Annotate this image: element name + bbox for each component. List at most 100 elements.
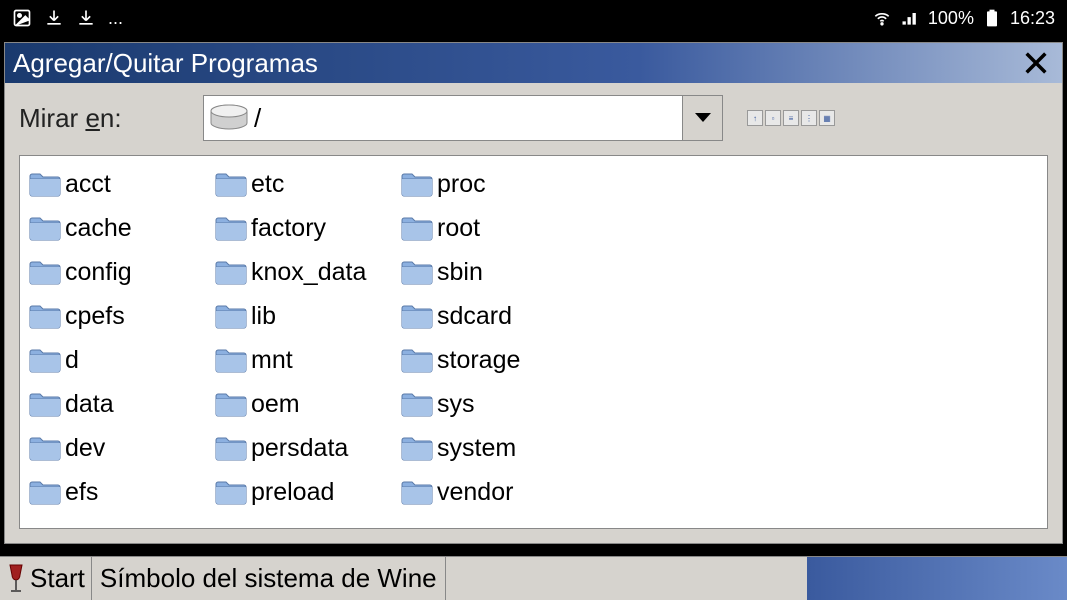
folder-label: knox_data (251, 258, 366, 287)
titlebar[interactable]: Agregar/Quitar Programas (5, 43, 1062, 83)
folder-item[interactable]: preload (214, 470, 400, 514)
folder-icon (214, 478, 248, 506)
battery-percent: 100% (928, 8, 974, 29)
folder-label: lib (251, 302, 276, 331)
folder-item[interactable]: lib (214, 294, 400, 338)
status-ellipsis: ... (108, 8, 123, 29)
folder-label: oem (251, 390, 300, 419)
folder-item[interactable]: sbin (400, 250, 586, 294)
folder-item[interactable]: etc (214, 162, 400, 206)
close-button[interactable] (1018, 45, 1054, 81)
download-icon (44, 8, 64, 28)
folder-label: system (437, 434, 516, 463)
task-label: Símbolo del sistema de Wine (100, 563, 437, 594)
folder-label: etc (251, 170, 284, 199)
folder-label: cache (65, 214, 132, 243)
folder-item[interactable]: acct (28, 162, 214, 206)
folder-label: d (65, 346, 79, 375)
battery-icon (982, 8, 1002, 28)
folder-item[interactable]: sdcard (400, 294, 586, 338)
folder-icon (214, 170, 248, 198)
taskbar-item-wine-cmd[interactable]: Símbolo del sistema de Wine (92, 557, 446, 600)
start-label: Start (30, 563, 85, 594)
folder-item[interactable]: cache (28, 206, 214, 250)
window-footer (5, 529, 1062, 543)
new-folder-button[interactable]: ▫ (765, 110, 781, 126)
status-left: ... (12, 8, 123, 29)
file-list: acct cache config cpefs d data dev efs etc factor… (19, 155, 1048, 529)
folder-icon (28, 478, 62, 506)
folder-icon (400, 214, 434, 242)
view-icons-button[interactable]: ▦ (819, 110, 835, 126)
folder-item[interactable]: data (28, 382, 214, 426)
taskbar: Start Símbolo del sistema de Wine (0, 556, 1067, 600)
folder-item[interactable]: knox_data (214, 250, 400, 294)
folder-icon (28, 346, 62, 374)
folder-label: efs (65, 478, 98, 507)
drive-icon (208, 103, 250, 133)
status-right: 100% 16:23 (872, 8, 1055, 29)
signal-icon (900, 8, 920, 28)
window-title: Agregar/Quitar Programas (13, 48, 318, 79)
folder-label: config (65, 258, 132, 287)
folder-item[interactable]: root (400, 206, 586, 250)
folder-item[interactable]: storage (400, 338, 586, 382)
folder-item[interactable]: oem (214, 382, 400, 426)
folder-label: dev (65, 434, 105, 463)
folder-icon (28, 434, 62, 462)
taskbar-active-highlight (807, 557, 1067, 600)
path-combobox[interactable]: / (203, 95, 723, 141)
dropdown-arrow-button[interactable] (682, 96, 722, 140)
folder-icon (28, 258, 62, 286)
folder-item[interactable]: cpefs (28, 294, 214, 338)
chevron-down-icon (694, 112, 712, 124)
folder-icon (400, 390, 434, 418)
dialog-window: Agregar/Quitar Programas Mirar en: / ↑ ▫… (4, 42, 1063, 544)
wine-icon (6, 563, 26, 595)
folder-item[interactable]: factory (214, 206, 400, 250)
folder-item[interactable]: sys (400, 382, 586, 426)
folder-icon (214, 258, 248, 286)
folder-label: vendor (437, 478, 513, 507)
folder-icon (28, 390, 62, 418)
taskbar-spacer (446, 557, 807, 600)
folder-icon (400, 346, 434, 374)
folder-label: preload (251, 478, 334, 507)
folder-item[interactable]: mnt (214, 338, 400, 382)
folder-label: acct (65, 170, 111, 199)
folder-label: root (437, 214, 480, 243)
folder-label: cpefs (65, 302, 125, 331)
folder-icon (214, 390, 248, 418)
folder-label: sbin (437, 258, 483, 287)
nav-toolbar: ↑ ▫ ≡ ⋮ ▦ (747, 110, 835, 126)
folder-item[interactable]: d (28, 338, 214, 382)
folder-item[interactable]: proc (400, 162, 586, 206)
folder-icon (214, 346, 248, 374)
folder-item[interactable]: efs (28, 470, 214, 514)
up-folder-button[interactable]: ↑ (747, 110, 763, 126)
folder-label: factory (251, 214, 326, 243)
folder-item[interactable]: vendor (400, 470, 586, 514)
folder-icon (28, 302, 62, 330)
image-icon (12, 8, 32, 28)
start-button[interactable]: Start (0, 557, 92, 600)
android-status-bar: ... 100% 16:23 (0, 0, 1067, 36)
folder-label: sdcard (437, 302, 512, 331)
folder-item[interactable]: dev (28, 426, 214, 470)
view-list-button[interactable]: ≡ (783, 110, 799, 126)
clock: 16:23 (1010, 8, 1055, 29)
folder-icon (400, 302, 434, 330)
folder-label: persdata (251, 434, 348, 463)
lookin-row: Mirar en: / ↑ ▫ ≡ ⋮ ▦ (5, 83, 1062, 155)
folder-icon (400, 478, 434, 506)
folder-icon (28, 214, 62, 242)
folder-label: mnt (251, 346, 293, 375)
path-text: / (254, 103, 682, 134)
folder-icon (400, 258, 434, 286)
lookin-label: Mirar en: (19, 103, 189, 134)
folder-item[interactable]: config (28, 250, 214, 294)
folder-item[interactable]: system (400, 426, 586, 470)
view-details-button[interactable]: ⋮ (801, 110, 817, 126)
close-icon (1022, 49, 1050, 77)
folder-item[interactable]: persdata (214, 426, 400, 470)
